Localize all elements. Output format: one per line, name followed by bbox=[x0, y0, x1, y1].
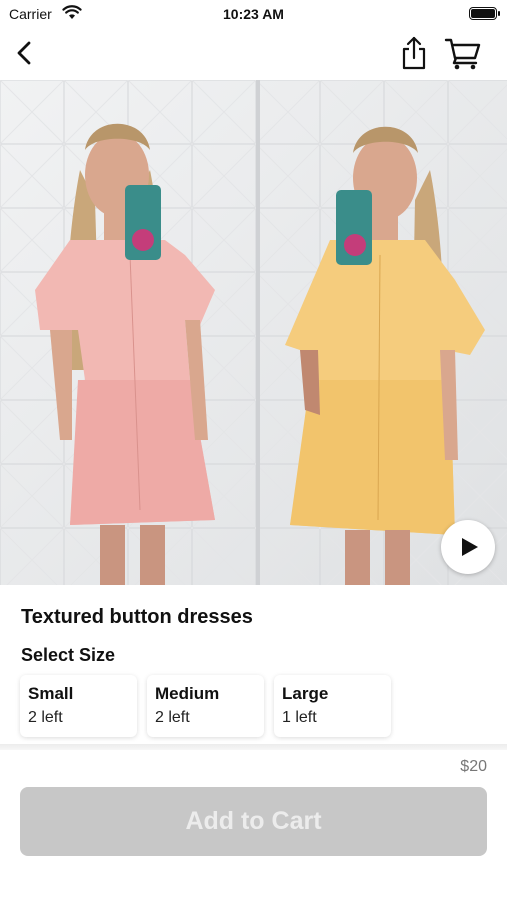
product-image[interactable] bbox=[0, 80, 507, 585]
product-price: $20 bbox=[460, 758, 487, 775]
cart-button[interactable] bbox=[444, 36, 482, 70]
back-button[interactable] bbox=[10, 36, 40, 70]
size-option-medium[interactable]: Medium 2 left bbox=[147, 675, 264, 737]
size-name: Large bbox=[282, 684, 329, 703]
size-option-small[interactable]: Small 2 left bbox=[20, 675, 137, 737]
size-name: Medium bbox=[155, 684, 220, 703]
add-to-cart-button[interactable]: Add to Cart bbox=[20, 787, 487, 856]
product-title: Textured button dresses bbox=[21, 606, 253, 628]
play-icon bbox=[462, 538, 478, 556]
status-bar: Carrier 10:23 AM bbox=[0, 0, 507, 28]
select-size-heading: Select Size bbox=[21, 645, 116, 665]
share-icon bbox=[402, 36, 426, 70]
back-chevron-icon bbox=[17, 41, 31, 65]
status-time: 10:23 AM bbox=[223, 6, 284, 22]
size-name: Small bbox=[28, 684, 74, 703]
size-stock: 2 left bbox=[28, 709, 63, 726]
size-stock: 1 left bbox=[282, 709, 317, 726]
battery-icon bbox=[469, 7, 500, 20]
size-stock: 2 left bbox=[155, 709, 190, 726]
size-option-large[interactable]: Large 1 left bbox=[274, 675, 391, 737]
play-video-button[interactable] bbox=[441, 520, 495, 574]
cart-icon bbox=[444, 38, 481, 70]
navigation-bar bbox=[0, 28, 507, 80]
share-button[interactable] bbox=[398, 34, 430, 72]
section-divider bbox=[0, 744, 507, 750]
